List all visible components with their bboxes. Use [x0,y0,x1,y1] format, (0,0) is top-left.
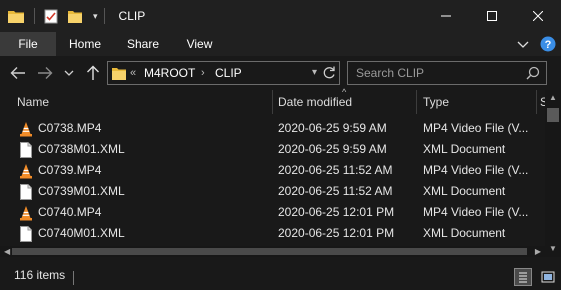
file-type: MP4 Video File (V... [423,163,529,177]
file-type: XML Document [423,226,506,240]
file-date-modified: 2020-06-25 12:01 PM [278,205,395,219]
minimize-icon [441,15,451,17]
toolbar-separator [34,8,35,24]
file-row[interactable]: C0738M01.XML 2020-06-25 9:59 AM XML Docu… [0,139,545,160]
column-divider[interactable] [416,90,417,114]
file-row[interactable]: C0738.MP4 2020-06-25 9:59 AM MP4 Video F… [0,118,545,139]
address-dropdown-icon[interactable]: ▾ [312,62,317,84]
close-icon [533,11,543,21]
scrollbar-thumb[interactable] [547,108,559,122]
folder-icon [8,11,24,23]
search-icon[interactable] [526,66,540,80]
vlc-cone-icon [20,206,32,221]
ribbon-tabs: File Home Share View ? [0,32,561,56]
window-controls [423,0,561,32]
overflow-crumb-icon[interactable]: « [130,62,136,84]
scroll-down-arrow-icon[interactable]: ▼ [545,241,561,257]
file-row[interactable]: C0740.MP4 2020-06-25 12:01 PM MP4 Video … [0,202,545,223]
svg-text:?: ? [545,39,552,51]
toolbar-separator [103,8,105,24]
details-view-icon [519,272,527,283]
folder-icon [112,68,126,80]
search-input[interactable] [348,62,518,84]
file-date-modified: 2020-06-25 9:59 AM [278,121,387,135]
help-icon[interactable]: ? [540,36,556,52]
horizontal-scrollbar[interactable]: ◀ ▶ [0,246,545,257]
file-type: XML Document [423,142,506,156]
scroll-up-arrow-icon[interactable]: ▲ [545,90,561,106]
tab-home[interactable]: Home [56,32,114,56]
breadcrumb-m4root[interactable]: M4ROOT [144,62,195,84]
address-bar[interactable]: « M4ROOT › CLIP ▾ [107,61,340,85]
file-name: C0740.MP4 [38,205,102,219]
column-header-type[interactable]: Type [423,90,449,114]
vlc-cone-icon [20,122,32,137]
forward-button[interactable] [36,64,54,82]
maximize-icon [487,11,497,21]
file-name: C0740M01.XML [38,226,125,240]
chevron-down-icon [64,70,74,76]
breadcrumb-separator-icon[interactable]: › [201,62,205,84]
new-folder-icon[interactable] [67,8,83,24]
file-name: C0739M01.XML [38,184,125,198]
tab-view[interactable]: View [172,32,227,56]
file-type: MP4 Video File (V... [423,205,529,219]
recent-locations-button[interactable] [63,64,75,82]
minimize-button[interactable] [423,0,469,32]
column-headers: Name ^ Date modified Type S [0,87,548,114]
file-name: C0738M01.XML [38,142,125,156]
title-bar: ▾ CLIP [0,0,561,32]
file-name: C0739.MP4 [38,163,102,177]
refresh-icon[interactable] [321,65,337,81]
close-button[interactable] [515,0,561,32]
document-icon [20,142,32,158]
file-row[interactable]: C0739M01.XML 2020-06-25 11:52 AM XML Doc… [0,181,545,202]
scroll-left-arrow-icon[interactable]: ◀ [4,246,10,257]
forward-arrow-icon [38,67,53,79]
file-date-modified: 2020-06-25 11:52 AM [278,184,393,198]
details-view-button[interactable] [514,268,532,286]
back-button[interactable] [9,64,27,82]
maximize-button[interactable] [469,0,515,32]
file-date-modified: 2020-06-25 11:52 AM [278,163,393,177]
window-title: CLIP [118,9,146,23]
tab-share[interactable]: Share [114,32,172,56]
status-separator [73,271,74,285]
item-count: 116 items [14,268,66,282]
tab-file[interactable]: File [0,32,56,56]
file-name: C0738.MP4 [38,121,102,135]
column-divider[interactable] [536,90,537,114]
customize-toolbar-chevron-icon[interactable]: ▾ [93,8,98,24]
search-box [347,61,547,85]
up-arrow-icon [87,65,99,80]
document-icon [20,226,32,242]
properties-icon[interactable] [43,8,59,24]
back-arrow-icon [10,67,25,79]
file-list: C0738.MP4 2020-06-25 9:59 AM MP4 Video F… [0,118,545,246]
file-row[interactable]: C0739.MP4 2020-06-25 11:52 AM MP4 Video … [0,160,545,181]
large-icons-view-icon [541,271,555,283]
quick-access-toolbar: ▾ [0,0,113,32]
status-bar: 116 items [0,257,561,290]
large-icons-view-button[interactable] [539,268,557,286]
up-button[interactable] [84,64,102,82]
column-header-date-modified[interactable]: Date modified [278,90,352,114]
breadcrumb-clip[interactable]: CLIP [215,62,242,84]
scroll-right-arrow-icon[interactable]: ▶ [535,246,541,257]
column-header-name[interactable]: Name [17,90,49,114]
scrollbar-thumb[interactable] [12,248,527,255]
file-date-modified: 2020-06-25 9:59 AM [278,142,387,156]
vlc-cone-icon [20,164,32,179]
column-divider[interactable] [272,90,273,114]
file-row[interactable]: C0740M01.XML 2020-06-25 12:01 PM XML Doc… [0,223,545,244]
file-type: XML Document [423,184,506,198]
file-date-modified: 2020-06-25 12:01 PM [278,226,395,240]
file-type: MP4 Video File (V... [423,121,529,135]
vertical-scrollbar[interactable]: ▲ ▼ [545,90,561,257]
document-icon [20,184,32,200]
expand-ribbon-chevron-icon[interactable] [515,36,531,52]
